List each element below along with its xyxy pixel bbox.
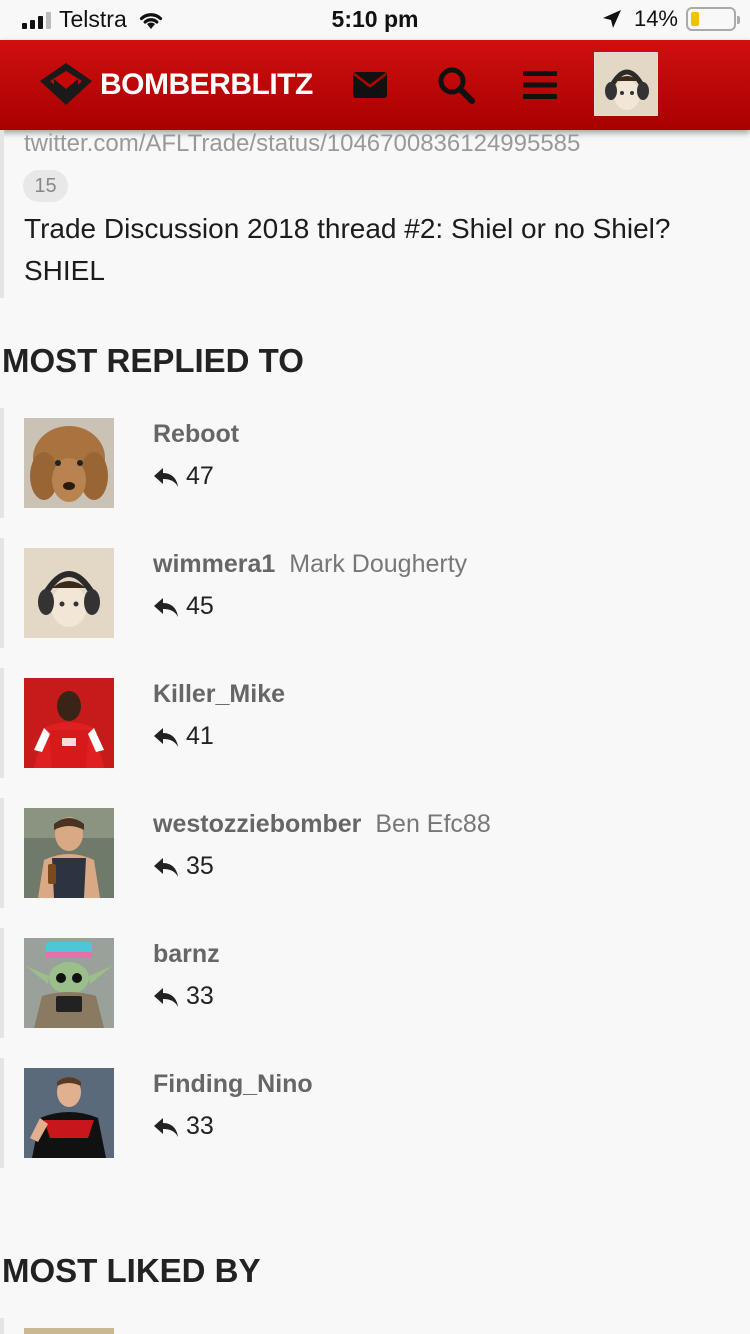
username-link[interactable]: wimmera1 (153, 550, 275, 578)
user-real-name: Mark Dougherty (289, 550, 468, 578)
bomberblitz-logo-icon[interactable] (38, 61, 94, 107)
search-icon (438, 67, 475, 104)
dog-avatar-image (24, 418, 114, 508)
reply-count-value: 33 (186, 982, 214, 1010)
reply-count: 35 (152, 852, 214, 881)
site-header: BOMBERBLITZ (0, 40, 750, 130)
post-snippet: twitter.com/AFLTrade/status/104670083612… (0, 130, 750, 298)
liked-user-row[interactable] (0, 1318, 750, 1334)
replied-user-row[interactable]: Finding_Nino 33 (0, 1058, 750, 1168)
search-button[interactable] (436, 65, 476, 105)
user-avatar[interactable] (24, 1328, 114, 1334)
menu-button[interactable] (520, 65, 560, 105)
user-avatar[interactable] (24, 938, 114, 1028)
username-link[interactable]: Reboot (153, 420, 239, 448)
reply-icon (154, 597, 178, 617)
man-singlet-avatar-image (24, 808, 114, 898)
afl-player-avatar-image (24, 1068, 114, 1158)
reply-icon (154, 467, 178, 487)
battery-icon (686, 7, 740, 31)
most-replied-heading: MOST REPLIED TO (2, 342, 304, 379)
reply-count-value: 35 (186, 852, 214, 880)
user-avatar[interactable] (24, 678, 114, 768)
username-link[interactable]: barnz (153, 940, 220, 968)
username-link[interactable]: westozziebomber (153, 810, 361, 838)
user-avatar[interactable] (24, 808, 114, 898)
menu-icon (523, 71, 557, 99)
user-avatar[interactable] (24, 1068, 114, 1158)
reply-count: 33 (152, 982, 214, 1011)
replied-user-row[interactable]: Killer_Mike 41 (0, 668, 750, 778)
reply-count: 45 (152, 592, 214, 621)
location-arrow-icon (602, 10, 621, 28)
replied-user-row[interactable]: westozziebomber Ben Efc88 35 (0, 798, 750, 908)
reply-count-value: 41 (186, 722, 214, 750)
replied-user-row[interactable]: Reboot 47 (0, 408, 750, 518)
avatar-image (595, 53, 657, 115)
brand-name[interactable]: BOMBERBLITZ (100, 68, 313, 102)
reply-count-value: 47 (186, 462, 214, 490)
baby-yoda-avatar-image (24, 938, 114, 1028)
user-real-name: Ben Efc88 (375, 810, 491, 838)
reply-icon (154, 987, 178, 1007)
user-avatar[interactable] (24, 418, 114, 508)
tweet-link[interactable]: twitter.com/AFLTrade/status/104670083612… (24, 130, 580, 158)
footballer-red-avatar-image (24, 678, 114, 768)
username-link[interactable]: Finding_Nino (153, 1070, 313, 1098)
reply-count-value: 33 (186, 1112, 214, 1140)
reply-count: 41 (152, 722, 214, 751)
account-avatar[interactable] (594, 52, 658, 116)
reply-icon (154, 727, 178, 747)
reply-count: 33 (152, 1112, 214, 1141)
thread-title-link[interactable]: Trade Discussion 2018 thread #2: Shiel o… (24, 208, 724, 292)
reply-count-value: 45 (186, 592, 214, 620)
reply-count: 47 (152, 462, 214, 491)
username-link[interactable]: Killer_Mike (153, 680, 285, 708)
count-badge: 15 (23, 170, 68, 202)
battery-percent: 14% (633, 6, 678, 31)
status-right: 14% (602, 6, 740, 32)
reply-icon (154, 857, 178, 877)
replied-user-row[interactable]: wimmera1 Mark Dougherty 45 (0, 538, 750, 648)
messages-button[interactable] (350, 65, 390, 105)
child-headphones-avatar-image (24, 548, 114, 638)
status-bar: Telstra 5:10 pm 14% (0, 0, 750, 40)
reply-icon (154, 1117, 178, 1137)
most-liked-heading: MOST LIKED BY (2, 1252, 261, 1289)
user-avatar[interactable] (24, 548, 114, 638)
envelope-icon (353, 72, 387, 98)
replied-user-row[interactable]: barnz 33 (0, 928, 750, 1038)
